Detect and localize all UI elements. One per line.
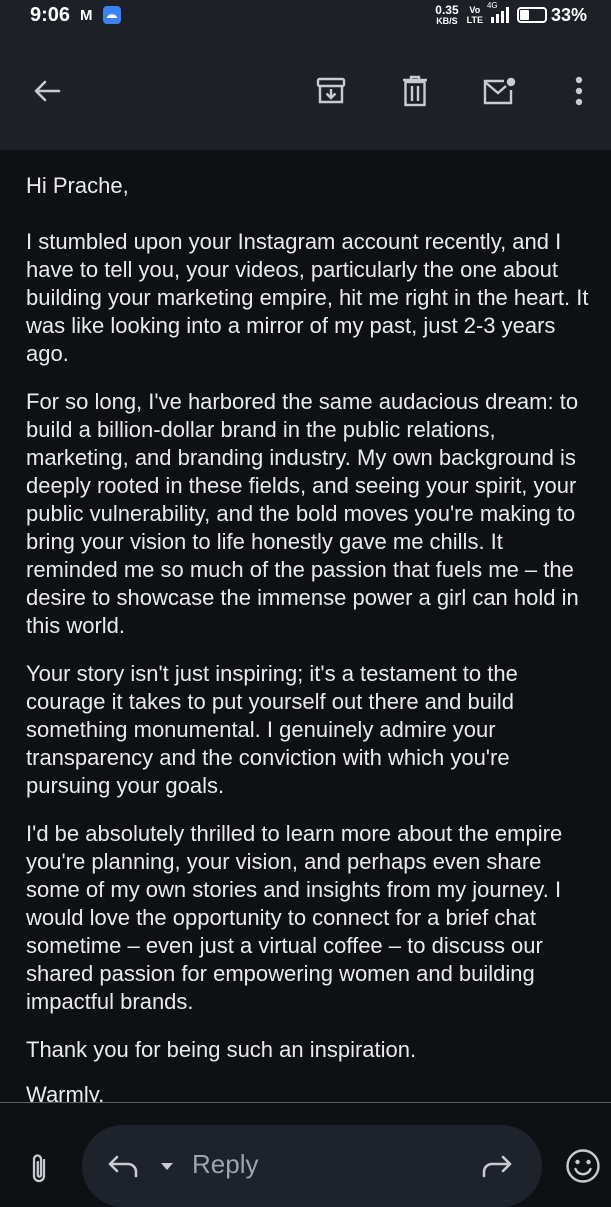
email-paragraph: For so long, I've harbored the same auda…	[26, 389, 579, 638]
volte-bottom: LTE	[466, 15, 483, 25]
volte-indicator: Vo LTE	[467, 5, 483, 25]
reply-bar[interactable]: Reply	[82, 1125, 542, 1207]
emoji-icon[interactable]	[564, 1147, 602, 1185]
mark-unread-icon[interactable]	[482, 74, 516, 108]
battery-indicator: 33%	[516, 4, 587, 26]
app-notification-icon	[102, 6, 121, 24]
reply-label[interactable]: Reply	[192, 1149, 258, 1180]
status-time: 9:06	[30, 3, 71, 26]
network-type: 4G	[486, 1, 498, 10]
attachment-icon[interactable]	[22, 1147, 56, 1191]
battery-icon	[516, 7, 547, 23]
archive-icon[interactable]	[314, 74, 348, 108]
status-left: 9:06 M	[30, 4, 121, 27]
volte-top: Vo	[469, 5, 481, 15]
top-app-bar	[0, 30, 611, 150]
delete-icon[interactable]	[398, 74, 432, 108]
email-signoff: Warmly,	[26, 1082, 105, 1102]
reply-icon[interactable]	[104, 1151, 140, 1181]
network-speed-value: 0.35	[435, 3, 459, 17]
battery-percent: 33%	[550, 4, 587, 25]
signal-strength-icon: 4G	[487, 1, 509, 23]
email-paragraph: I stumbled upon your Instagram account r…	[26, 229, 589, 366]
more-vert-icon[interactable]	[562, 74, 596, 108]
forward-icon[interactable]	[480, 1151, 516, 1181]
gmail-notification-icon: M	[80, 6, 93, 24]
email-paragraph: Your story isn't just inspiring; it's a …	[26, 661, 518, 798]
back-arrow-icon[interactable]	[30, 74, 64, 108]
status-right: 0.35 KB/S Vo LTE 4G 33%	[435, 1, 587, 26]
email-body: Hi Prache, I stumbled upon your Instagra…	[0, 150, 611, 1102]
email-greeting: Hi Prache,	[26, 173, 129, 198]
network-speed-unit: KB/S	[436, 16, 458, 26]
network-speed: 0.35 KB/S	[435, 4, 458, 26]
bottom-action-bar: Reply	[0, 1103, 611, 1207]
status-bar: 9:06 M 0.35 KB/S Vo LTE 4G 33%	[0, 0, 611, 30]
email-body-scroll[interactable]: Hi Prache, I stumbled upon your Instagra…	[0, 150, 611, 1102]
reply-options-caret-icon[interactable]	[158, 1159, 176, 1173]
email-paragraph: Thank you for being such an inspiration.	[26, 1037, 417, 1062]
battery-fill	[519, 10, 529, 20]
email-paragraph: I'd be absolutely thrilled to learn more…	[26, 821, 563, 1014]
